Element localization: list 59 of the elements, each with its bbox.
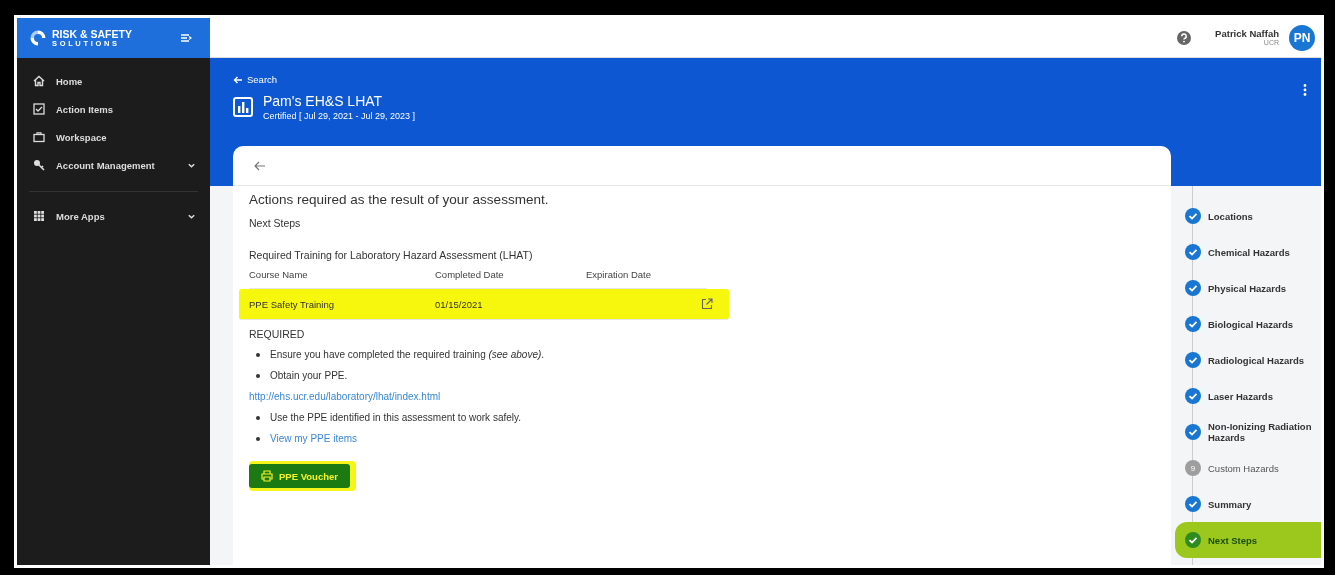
stepper-item[interactable]: Non-Ionizing Radiation Hazards [1171, 414, 1321, 450]
check-icon [1185, 208, 1201, 224]
user-name: Patrick Naffah [1215, 27, 1279, 39]
check-icon [1185, 424, 1201, 440]
instruction-text: Use the PPE identified in this assessment to work safely. [270, 412, 522, 423]
column-header: Completed Date [435, 269, 505, 280]
check-icon [1185, 496, 1201, 512]
home-icon [33, 75, 45, 87]
course-name: PPE Safety Training [249, 298, 336, 310]
check-icon [1185, 244, 1201, 260]
table-title: Required Training for Laboratory Hazard Assessment (LHAT) [249, 249, 534, 261]
url-link[interactable]: http://ehs.ucr.edu/laboratory/lhat/index.html [249, 391, 441, 402]
column-header: Expiration Date [586, 269, 652, 280]
section-heading: Actions required as the result of your assessment. [249, 192, 550, 207]
stepper-item[interactable]: Laser Hazards [1171, 378, 1321, 414]
check-icon [1185, 280, 1201, 296]
stepper-item[interactable]: Radiological Hazards [1171, 342, 1321, 378]
assessment-title: Pam's EH&S LHAT [263, 93, 384, 109]
column-header: Course Name [249, 269, 309, 280]
key-icon [33, 159, 45, 171]
sidebar-item[interactable]: Action Items [17, 95, 210, 123]
bar-chart-icon [233, 97, 253, 117]
open-external-icon[interactable] [701, 298, 713, 310]
check-icon [1185, 316, 1201, 332]
stepper-item[interactable]: Next Steps [1175, 522, 1321, 558]
help-icon[interactable] [1177, 30, 1192, 45]
ppe-items-link[interactable]: View my PPE items [270, 433, 358, 444]
check-icon [1185, 388, 1201, 404]
certification-period: Certified [ Jul 29, 2021 - Jul 29, 2023 ] [263, 111, 416, 121]
instruction-text: Obtain your PPE. [270, 370, 348, 381]
step-number: 9 [1185, 460, 1201, 476]
sidebar-item[interactable]: More Apps [17, 202, 210, 230]
sidebar-item[interactable]: Account Management [17, 151, 210, 179]
sidebar-item[interactable]: Workspace [17, 123, 210, 151]
completed-date: 01/15/2021 [435, 298, 484, 310]
apps-grid-icon [33, 210, 45, 222]
stepper-item[interactable]: Summary [1171, 486, 1321, 522]
stepper-item[interactable]: Locations [1171, 198, 1321, 234]
check-icon [1185, 352, 1201, 368]
instruction-text: Ensure you have completed the required training (see above). [270, 349, 545, 360]
stepper-item[interactable]: 9 Custom Hazards [1171, 450, 1321, 486]
check-icon [1185, 532, 1201, 548]
stepper-item[interactable]: Chemical Hazards [1171, 234, 1321, 270]
printer-icon [261, 470, 273, 482]
collapse-menu-icon[interactable] [180, 33, 192, 43]
subsection-title: Next Steps [249, 217, 302, 229]
sidebar-item[interactable]: Home [17, 67, 210, 95]
ppe-voucher-button[interactable]: PPE Voucher [249, 464, 350, 488]
user-avatar[interactable]: PN [1289, 24, 1315, 51]
checkbox-icon [33, 103, 45, 115]
back-arrow-icon [233, 74, 243, 85]
more-options-icon[interactable] [1303, 84, 1307, 96]
required-label: REQUIRED [249, 328, 306, 340]
logo-icon [29, 29, 47, 47]
back-link[interactable]: Search [233, 74, 416, 85]
stepper-item[interactable]: Biological Hazards [1171, 306, 1321, 342]
briefcase-icon [33, 131, 45, 143]
brand-name: RISK & SAFETY [52, 28, 132, 39]
stepper-item[interactable]: Physical Hazards [1171, 270, 1321, 306]
